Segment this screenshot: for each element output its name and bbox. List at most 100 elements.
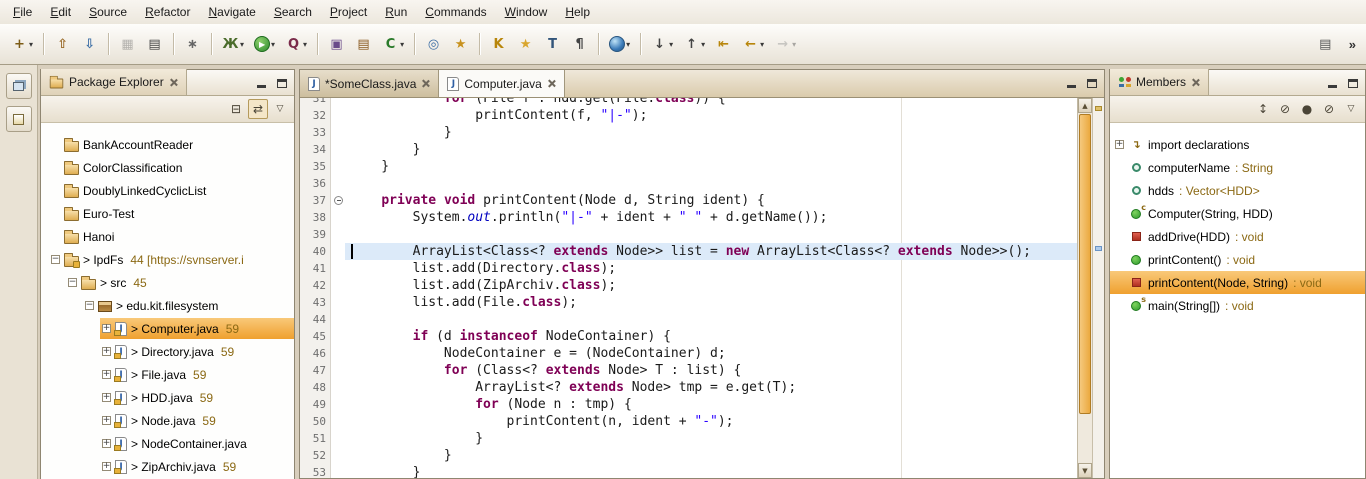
tree-item[interactable]: Hanoi (41, 225, 294, 248)
code-line[interactable]: 44 (300, 311, 1077, 328)
forward-icon[interactable]: →▾ (770, 33, 800, 56)
overview-marker[interactable] (1095, 106, 1102, 111)
line-number[interactable]: 35 (300, 158, 331, 175)
code-line[interactable]: 53 } (300, 464, 1077, 478)
code-line[interactable]: 43 list.add(File.class); (300, 294, 1077, 311)
collapse-icon[interactable]: − (51, 255, 60, 264)
code-line[interactable]: 36 (300, 175, 1077, 192)
last-edit-location-icon[interactable]: ⇤ (711, 33, 736, 56)
code-text[interactable]: } (345, 464, 1077, 478)
overview-ruler[interactable] (1092, 98, 1104, 478)
run-q-icon[interactable]: Q▾ (281, 33, 311, 56)
hide-fields-icon[interactable]: ⊘ (1275, 99, 1295, 119)
close-tab-icon[interactable] (421, 79, 430, 88)
line-number[interactable]: 36 (300, 175, 331, 192)
expand-icon[interactable]: + (1115, 140, 1124, 149)
dropdown-arrow-icon[interactable]: ▾ (701, 40, 705, 49)
menu-help[interactable]: Help (556, 1, 599, 23)
line-number[interactable]: 41 (300, 260, 331, 277)
line-number[interactable]: 51 (300, 430, 331, 447)
editor-tab[interactable]: JComputer.java (439, 70, 564, 97)
maximize-button[interactable] (1083, 75, 1100, 91)
tree-item[interactable]: +J> Directory.java59 (41, 340, 294, 363)
open-type-icon[interactable]: ◎ (421, 33, 446, 56)
code-line[interactable]: 50 printContent(n, ident + "-"); (300, 413, 1077, 430)
tree-item[interactable]: +J> NodeContainer.java (41, 432, 294, 455)
view-menu-icon[interactable]: ▽ (270, 99, 290, 119)
line-number[interactable]: 50 (300, 413, 331, 430)
sort-icon[interactable]: ↕ (1253, 99, 1273, 119)
member-item[interactable]: printContent(Node, String) : void (1110, 271, 1365, 294)
build-all-icon[interactable]: ∗ (180, 33, 205, 56)
scroll-down-button[interactable]: ▼ (1078, 463, 1092, 478)
hide-nonpublic-icon[interactable]: ⊘ (1319, 99, 1339, 119)
tree-item[interactable]: −> IpdFs44 [https://svnserver.i (41, 248, 294, 271)
dropdown-arrow-icon[interactable]: ▾ (303, 40, 307, 49)
code-text[interactable]: } (345, 124, 1077, 141)
save-icon[interactable]: ▦ (115, 33, 140, 56)
show-whitespace-icon[interactable]: ¶ (567, 33, 592, 56)
code-line[interactable]: 51 } (300, 430, 1077, 447)
collapse-icon[interactable]: − (68, 278, 77, 287)
maximize-button[interactable] (1344, 75, 1361, 91)
code-text[interactable]: if (d instanceof NodeContainer) { (345, 328, 1077, 345)
expand-icon[interactable]: + (102, 416, 111, 425)
menu-file[interactable]: File (4, 1, 41, 23)
tree-item[interactable]: +J> Computer.java59 (41, 317, 294, 340)
svn-commit-icon[interactable]: ⇧ (50, 33, 75, 56)
code-text[interactable]: ArrayList<Class<? extends Node>> list = … (345, 243, 1077, 260)
line-number[interactable]: 38 (300, 209, 331, 226)
code-text[interactable]: list.add(Directory.class); (345, 260, 1077, 277)
format-icon[interactable]: T (540, 33, 565, 56)
minimize-button[interactable] (1063, 75, 1080, 91)
line-number[interactable]: 37 (300, 192, 331, 209)
code-text[interactable] (345, 175, 1077, 192)
code-line[interactable]: 39 (300, 226, 1077, 243)
line-number[interactable]: 52 (300, 447, 331, 464)
restore-view-button[interactable] (6, 73, 32, 99)
code-line[interactable]: 34 } (300, 141, 1077, 158)
print-icon[interactable]: ▤ (142, 33, 167, 56)
code-text[interactable]: ArrayList<? extends Node> tmp = e.get(T)… (345, 379, 1077, 396)
dropdown-arrow-icon[interactable]: ▾ (29, 40, 33, 49)
close-tab-icon[interactable] (547, 79, 556, 88)
code-text[interactable]: for (Node n : tmp) { (345, 396, 1077, 413)
debug-icon[interactable]: Ж▾ (218, 33, 248, 56)
code-text[interactable]: System.out.println("|-" + ident + " " + … (345, 209, 1077, 226)
line-number[interactable]: 42 (300, 277, 331, 294)
tree-item[interactable]: +J> Node.java59 (41, 409, 294, 432)
menu-edit[interactable]: Edit (41, 1, 80, 23)
tree-item[interactable]: +J> File.java59 (41, 363, 294, 386)
minimize-button[interactable] (1324, 75, 1341, 91)
package-explorer-tab[interactable]: Package Explorer (41, 69, 187, 95)
editor-scrollbar[interactable]: ▲ ▼ (1077, 98, 1092, 478)
dropdown-arrow-icon[interactable]: ▾ (626, 40, 630, 49)
code-line[interactable]: 52 } (300, 447, 1077, 464)
fold-collapse-icon[interactable] (331, 192, 345, 209)
code-line[interactable]: 41 list.add(Directory.class); (300, 260, 1077, 277)
code-line[interactable]: 38 System.out.println("|-" + ident + " "… (300, 209, 1077, 226)
tree-item[interactable]: DoublyLinkedCyclicList (41, 179, 294, 202)
member-item[interactable]: cComputer(String, HDD) (1110, 202, 1365, 225)
line-number[interactable]: 53 (300, 464, 331, 478)
line-number[interactable]: 40 (300, 243, 331, 260)
new-class-icon[interactable]: C▾ (378, 33, 408, 56)
code-line[interactable]: 35 } (300, 158, 1077, 175)
menu-refactor[interactable]: Refactor (136, 1, 199, 23)
code-line[interactable]: 40 ArrayList<Class<? extends Node>> list… (300, 243, 1077, 260)
line-number[interactable]: 46 (300, 345, 331, 362)
tree-item[interactable]: +J> ZipArchiv.java59 (41, 455, 294, 478)
line-number[interactable]: 48 (300, 379, 331, 396)
previous-annotation-icon[interactable]: ↑▾ (679, 33, 709, 56)
code-text[interactable]: list.add(File.class); (345, 294, 1077, 311)
code-text[interactable]: NodeContainer e = (NodeContainer) d; (345, 345, 1077, 362)
tree-item[interactable]: Euro-Test (41, 202, 294, 225)
browser-icon[interactable]: ▾ (605, 33, 634, 55)
member-item[interactable]: +↴import declarations (1110, 133, 1365, 156)
code-line[interactable]: 42 list.add(ZipArchiv.class); (300, 277, 1077, 294)
collapse-all-icon[interactable]: ⊟ (226, 99, 246, 119)
tree-item[interactable]: ColorClassification (41, 156, 294, 179)
new-package-icon[interactable]: ▤ (351, 33, 376, 56)
code-text[interactable]: } (345, 158, 1077, 175)
code-text[interactable]: } (345, 430, 1077, 447)
